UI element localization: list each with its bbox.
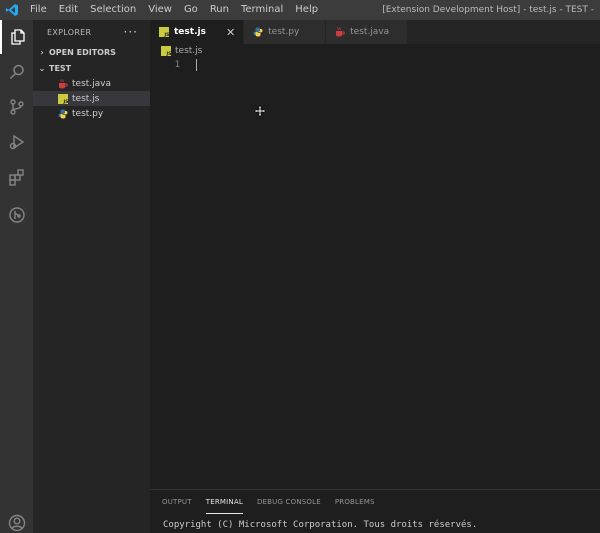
folder-section-test[interactable]: ⌄ TEST xyxy=(33,60,150,76)
editor-group: JS test.js ✕ test.py test.java JS test.j… xyxy=(150,20,600,489)
git-graph-icon[interactable] xyxy=(0,198,33,232)
move-cursor-icon xyxy=(254,102,266,117)
bottom-panel: OUTPUT TERMINAL DEBUG CONSOLE PROBLEMS C… xyxy=(150,489,600,533)
explorer-title: EXPLORER xyxy=(47,27,92,37)
javascript-file-icon: JS xyxy=(158,27,169,38)
tab-test-java[interactable]: test.java xyxy=(326,20,409,44)
terminal-output[interactable]: Copyright (C) Microsoft Corporation. Tou… xyxy=(150,520,600,530)
explorer-sidebar: EXPLORER ··· › OPEN EDITORS ⌄ TEST test.… xyxy=(33,20,150,533)
javascript-file-icon: JS xyxy=(57,93,68,104)
java-file-icon xyxy=(334,27,345,38)
tab-problems[interactable]: PROBLEMS xyxy=(335,490,375,514)
tab-output[interactable]: OUTPUT xyxy=(162,490,192,514)
tab-label: test.js xyxy=(174,27,206,37)
menu-help[interactable]: Help xyxy=(289,0,324,20)
line-number: 1 xyxy=(174,60,180,70)
file-item-test-js[interactable]: JS test.js xyxy=(33,91,150,106)
menu-selection[interactable]: Selection xyxy=(84,0,142,20)
activity-bar xyxy=(0,20,33,533)
chevron-right-icon: › xyxy=(40,47,44,57)
menu-run[interactable]: Run xyxy=(204,0,235,20)
svg-text:JS: JS xyxy=(62,98,68,103)
account-icon[interactable] xyxy=(0,506,33,533)
window-title: [Extension Development Host] - test.js -… xyxy=(382,5,594,15)
run-debug-icon[interactable] xyxy=(0,125,33,159)
file-label: test.py xyxy=(72,108,104,119)
explorer-icon[interactable] xyxy=(0,20,33,54)
title-bar: File Edit Selection View Go Run Terminal… xyxy=(0,0,600,20)
extensions-icon[interactable] xyxy=(0,160,33,194)
menu-go[interactable]: Go xyxy=(178,0,204,20)
menu-view[interactable]: View xyxy=(142,0,178,20)
close-icon[interactable]: ✕ xyxy=(226,26,235,39)
open-editors-label: OPEN EDITORS xyxy=(49,47,116,57)
tab-label: test.py xyxy=(268,27,300,37)
file-label: test.java xyxy=(72,78,112,89)
open-editors-section[interactable]: › OPEN EDITORS xyxy=(33,44,150,60)
python-file-icon xyxy=(252,27,263,38)
menu-file[interactable]: File xyxy=(24,0,53,20)
menu-terminal[interactable]: Terminal xyxy=(235,0,289,20)
tab-test-py[interactable]: test.py xyxy=(244,20,327,44)
chevron-down-icon: ⌄ xyxy=(38,63,46,73)
java-file-icon xyxy=(57,78,68,89)
tab-terminal[interactable]: TERMINAL xyxy=(205,490,243,514)
code-line[interactable]: 1 xyxy=(150,58,600,72)
file-item-test-java[interactable]: test.java xyxy=(33,76,150,91)
text-cursor xyxy=(196,59,197,71)
explorer-header: EXPLORER ··· xyxy=(33,20,150,44)
file-label: test.js xyxy=(72,93,100,104)
tab-debug-console[interactable]: DEBUG CONSOLE xyxy=(257,490,321,514)
source-control-icon[interactable] xyxy=(0,90,33,124)
panel-tabs: OUTPUT TERMINAL DEBUG CONSOLE PROBLEMS xyxy=(150,490,600,514)
file-item-test-py[interactable]: test.py xyxy=(33,106,150,121)
breadcrumb[interactable]: JS test.js xyxy=(150,44,600,58)
vscode-logo-icon xyxy=(0,0,24,20)
editor-tabs: JS test.js ✕ test.py test.java xyxy=(150,20,600,44)
menu-bar: File Edit Selection View Go Run Terminal… xyxy=(24,0,324,20)
menu-edit[interactable]: Edit xyxy=(53,0,84,20)
tab-label: test.java xyxy=(350,27,390,37)
tab-test-js[interactable]: JS test.js ✕ xyxy=(150,20,245,44)
search-icon[interactable] xyxy=(0,55,33,89)
svg-text:JS: JS xyxy=(163,32,169,37)
javascript-file-icon: JS xyxy=(160,46,171,57)
folder-label: TEST xyxy=(49,63,72,73)
more-actions-icon[interactable]: ··· xyxy=(124,25,138,39)
breadcrumb-file[interactable]: test.js xyxy=(175,46,202,56)
svg-text:JS: JS xyxy=(165,51,171,56)
python-file-icon xyxy=(57,108,68,119)
